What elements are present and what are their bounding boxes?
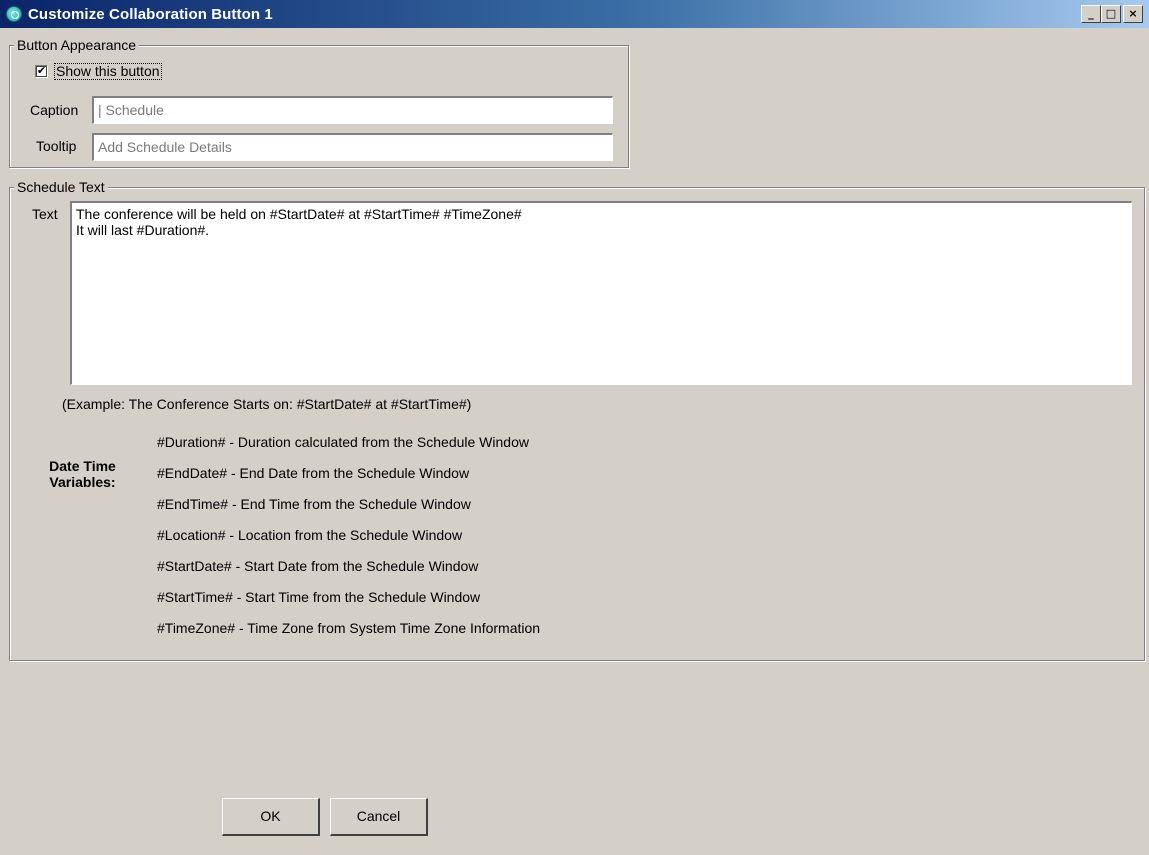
window-controls: _ □ × [1081, 5, 1143, 23]
cancel-button[interactable]: Cancel [330, 798, 428, 836]
maximize-button[interactable]: □ [1101, 5, 1121, 23]
variable-item-location: #Location# - Location from the Schedule … [157, 527, 463, 543]
variable-item-enddate: #EndDate# - End Date from the Schedule W… [157, 465, 470, 481]
variables-title: Date Time Variables: [49, 458, 116, 490]
tooltip-label: Tooltip [36, 138, 77, 154]
close-button[interactable]: × [1123, 5, 1143, 23]
show-button-label[interactable]: Show this button [54, 63, 162, 80]
minimize-button[interactable]: _ [1081, 5, 1101, 23]
schedule-textarea[interactable]: The conference will be held on #StartDat… [70, 201, 1132, 385]
tooltip-input[interactable]: Add Schedule Details [92, 133, 613, 161]
button-appearance-legend: Button Appearance [14, 37, 140, 53]
variable-item-duration: #Duration# - Duration calculated from th… [157, 434, 529, 450]
app-icon [6, 6, 22, 22]
variable-item-starttime: #StartTime# - Start Time from the Schedu… [157, 589, 481, 605]
caption-label: Caption [30, 102, 79, 118]
schedule-text-legend: Schedule Text [14, 179, 108, 195]
variables-list: #Duration# - Duration calculated from th… [157, 432, 540, 649]
textarea-line-1: The conference will be held on #StartDat… [76, 206, 522, 222]
show-button-row[interactable]: ✔ Show this button [35, 63, 162, 80]
example-text: (Example: The Conference Starts on: #Sta… [62, 396, 472, 412]
variable-item-timezone: #TimeZone# - Time Zone from System Time … [157, 620, 541, 636]
window-title: Customize Collaboration Button 1 [28, 5, 273, 23]
show-button-checkbox[interactable]: ✔ [35, 65, 48, 78]
textarea-line-2: It will last #Duration#. [76, 222, 210, 238]
title-bar[interactable]: Customize Collaboration Button 1 _ □ × [0, 0, 1149, 28]
ok-button[interactable]: OK [222, 798, 320, 836]
variable-item-startdate: #StartDate# - Start Date from the Schedu… [157, 558, 479, 574]
caption-input[interactable]: | Schedule [92, 96, 613, 124]
text-label: Text [32, 206, 58, 222]
variable-item-endtime: #EndTime# - End Time from the Schedule W… [157, 496, 471, 512]
